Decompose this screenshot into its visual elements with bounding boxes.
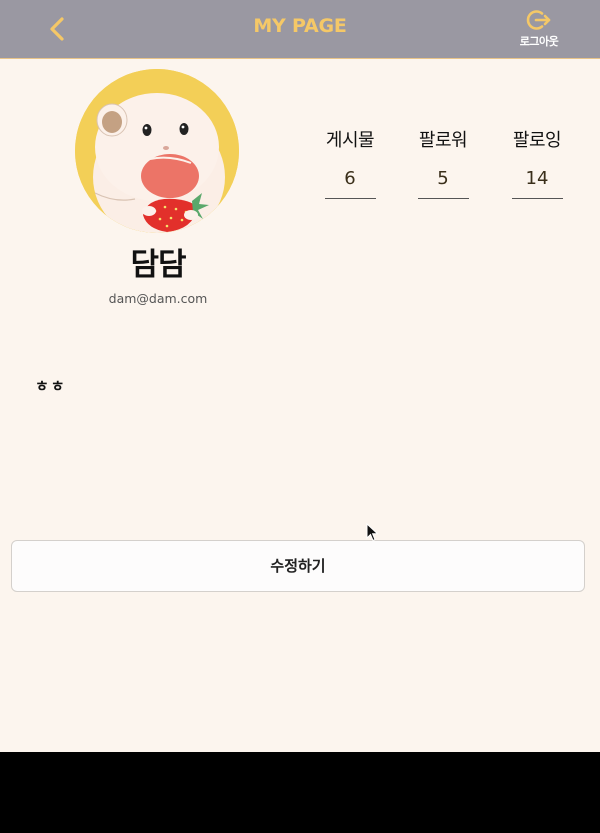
hamster-with-strawberry-avatar <box>75 69 239 233</box>
logout-icon <box>526 10 551 30</box>
stat-following-label: 팔로잉 <box>512 130 562 151</box>
stat-followers-label: 팔로워 <box>418 130 468 151</box>
mouse-cursor-icon <box>366 523 379 542</box>
edit-profile-button[interactable]: 수정하기 <box>11 540 585 592</box>
logout-button[interactable]: 로그아웃 <box>512 6 566 54</box>
stat-followers[interactable]: 팔로워 5 <box>405 126 481 199</box>
stat-posts-label: 게시물 <box>325 130 375 151</box>
stat-following-value: 14 <box>511 168 563 199</box>
stat-posts-value: 6 <box>324 168 376 199</box>
top-header: MY PAGE 로그아웃 <box>0 0 600 59</box>
stat-following[interactable]: 팔로잉 14 <box>499 126 575 199</box>
profile-nickname: 담담 <box>130 247 186 283</box>
profile-bio: ㅎㅎ <box>35 377 67 395</box>
stat-followers-value: 5 <box>417 168 469 199</box>
my-page-screen: MY PAGE 로그아웃 담담 dam@dam.com 게시물 6 팔로워 5 … <box>0 0 600 752</box>
avatar[interactable] <box>75 69 239 233</box>
page-title: MY PAGE <box>253 15 347 37</box>
stat-posts[interactable]: 게시물 6 <box>312 126 388 199</box>
logout-label: 로그아웃 <box>519 35 559 48</box>
profile-email: dam@dam.com <box>108 291 208 306</box>
